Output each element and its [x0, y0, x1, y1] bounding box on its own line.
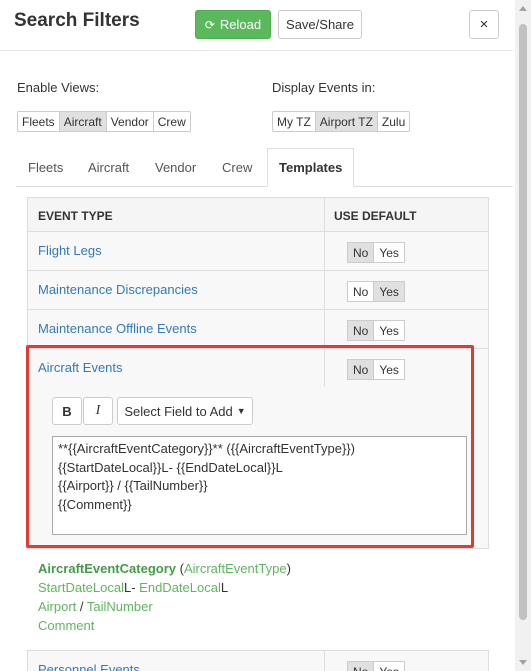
panel-header: Search Filters ⟳ Reload Save/Share × [0, 0, 513, 51]
toggle-yes[interactable]: Yes [373, 242, 405, 263]
vertical-scrollbar[interactable] [515, 0, 531, 671]
col-event-type: EVENT TYPE [38, 209, 113, 223]
table-row: Maintenance Discrepancies No Yes [27, 271, 489, 310]
filter-tabs: Fleets Aircraft Vendor Crew Templates [16, 148, 513, 187]
tab-templates[interactable]: Templates [267, 148, 355, 187]
table-row: Flight Legs No Yes [27, 232, 489, 271]
toggle-yes[interactable]: Yes [373, 661, 405, 671]
table-row: Maintenance Offline Events No Yes [27, 310, 489, 349]
toggle-no[interactable]: No [347, 281, 375, 302]
scroll-up-icon[interactable] [519, 6, 527, 11]
refresh-icon: ⟳ [204, 17, 215, 32]
col-use-default: USE DEFAULT [334, 209, 417, 223]
search-filters-panel: Search Filters ⟳ Reload Save/Share × Ena… [0, 0, 513, 671]
preview-start: StartDateLocal [38, 580, 124, 595]
toggle-no[interactable]: No [347, 242, 375, 263]
close-icon: × [479, 16, 489, 33]
scroll-down-icon[interactable] [519, 660, 527, 665]
preview-tail: TailNumber [86, 599, 153, 614]
toggle-yes[interactable]: Yes [373, 281, 405, 302]
toggle-yes[interactable]: Yes [373, 320, 405, 341]
toggle-no[interactable]: No [347, 661, 375, 671]
use-default-toggle: No Yes [347, 661, 405, 671]
template-preview: AircraftEventCategory (AircraftEventType… [38, 561, 291, 633]
display-events-label: Display Events in: [272, 80, 376, 95]
table-row: Personnel Events No Yes [27, 650, 489, 671]
event-type-link[interactable]: Maintenance Offline Events [38, 321, 197, 336]
reload-label: Reload [219, 17, 262, 32]
enable-views-label: Enable Views: [17, 80, 100, 95]
preview-airport: Airport [38, 599, 77, 614]
table-header: EVENT TYPE USE DEFAULT [27, 197, 489, 232]
tz-option-zulu[interactable]: Zulu [376, 111, 411, 132]
tab-vendor[interactable]: Vendor [155, 148, 196, 186]
tab-aircraft[interactable]: Aircraft [88, 148, 129, 186]
event-type-link[interactable]: Maintenance Discrepancies [38, 282, 198, 297]
preview-end: EndDateLocal [139, 580, 221, 595]
display-events-toggle: My TZ Airport TZ Zulu [272, 111, 411, 132]
enable-views-toggle: Fleets Aircraft Vendor Crew [17, 111, 191, 132]
close-button[interactable]: × [469, 10, 499, 39]
view-option-aircraft[interactable]: Aircraft [58, 111, 107, 132]
tz-option-airport-tz[interactable]: Airport TZ [314, 111, 378, 132]
reload-button[interactable]: ⟳ Reload [195, 10, 271, 39]
view-option-vendor[interactable]: Vendor [105, 111, 154, 132]
tab-fleets[interactable]: Fleets [28, 148, 63, 186]
toggle-no[interactable]: No [347, 320, 375, 341]
preview-type: AircraftEventType [183, 561, 287, 576]
use-default-toggle: No Yes [347, 242, 405, 263]
event-type-link[interactable]: Personnel Events [38, 662, 140, 671]
event-type-link[interactable]: Flight Legs [38, 243, 102, 258]
preview-comment: Comment [38, 618, 95, 633]
view-option-fleets[interactable]: Fleets [17, 111, 60, 132]
save-share-button[interactable]: Save/Share [278, 10, 362, 39]
scroll-thumb[interactable] [519, 24, 527, 620]
use-default-toggle: No Yes [347, 281, 405, 302]
view-option-crew[interactable]: Crew [152, 111, 191, 132]
highlight-box [26, 345, 474, 548]
preview-category: AircraftEventCategory [38, 561, 176, 576]
tab-crew[interactable]: Crew [222, 148, 252, 186]
use-default-toggle: No Yes [347, 320, 405, 341]
panel-title: Search Filters [14, 10, 140, 31]
tz-option-my-tz[interactable]: My TZ [272, 111, 316, 132]
